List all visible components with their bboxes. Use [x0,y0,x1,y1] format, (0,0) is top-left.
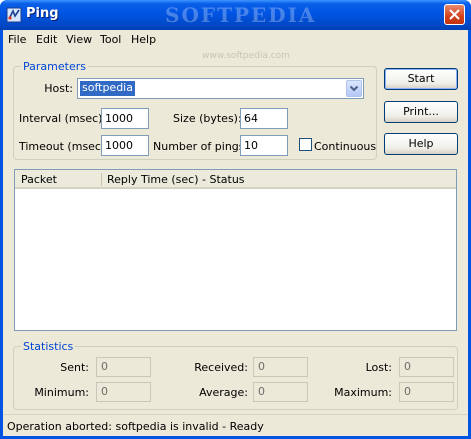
maximum-label: Maximum: [334,386,392,399]
size-field[interactable]: 64 [240,108,288,129]
start-button[interactable]: Start [384,68,458,90]
menu-file[interactable]: File [8,32,26,47]
status-bar: Operation aborted: softpedia is invalid … [3,414,468,436]
host-value: softpedia [80,81,135,96]
title-bar[interactable]: Ping SOFTPEDIA [0,0,471,30]
ping-app-icon [6,7,22,23]
results-header: Packet Reply Time (sec) - Status [15,170,456,189]
column-reply-status[interactable]: Reply Time (sec) - Status [107,173,245,186]
host-combobox[interactable]: softpedia [77,78,364,99]
timeout-field[interactable]: 1000 [101,135,149,156]
sub-watermark: www.softpedia.com [202,51,290,61]
window-title: Ping [26,6,59,21]
menu-tool[interactable]: Tool [100,32,121,47]
lost-value: 0 [399,357,454,377]
sent-label: Sent: [60,361,89,374]
continuous-label[interactable]: Continuous [314,140,376,153]
minimum-label: Minimum: [34,386,89,399]
menu-edit[interactable]: Edit [36,32,57,47]
status-text: Operation aborted: softpedia is invalid … [7,420,264,433]
interval-field[interactable]: 1000 [101,108,149,129]
timeout-label: Timeout (msec): [19,140,109,153]
help-button[interactable]: Help [384,133,458,155]
client-area: File Edit View Tool Help www.softpedia.c… [3,30,468,439]
print-button[interactable]: Print... [384,101,458,123]
pings-label: Number of pings: [153,140,249,153]
column-packet[interactable]: Packet [21,173,57,186]
average-value: 0 [253,382,308,402]
received-label: Received: [194,361,248,374]
parameters-legend: Parameters [21,60,88,73]
sent-value: 0 [96,357,151,377]
app-window: Ping SOFTPEDIA File Edit View Tool Help … [0,0,471,439]
statistics-legend: Statistics [21,340,76,353]
close-button[interactable] [444,4,465,25]
lost-label: Lost: [365,361,392,374]
maximum-value: 0 [399,382,454,402]
close-icon [449,9,460,20]
interval-label: Interval (msec): [19,112,107,125]
statistics-group [13,346,458,410]
minimum-value: 0 [96,382,151,402]
chevron-down-icon [349,85,359,92]
host-dropdown-button[interactable] [346,80,362,97]
continuous-checkbox[interactable] [299,138,312,151]
host-label: Host: [44,82,73,95]
menu-help[interactable]: Help [131,32,156,47]
watermark: SOFTPEDIA [165,3,317,27]
menu-bar: File Edit View Tool Help [3,30,468,49]
menu-view[interactable]: View [66,32,92,47]
pings-field[interactable]: 10 [240,135,288,156]
column-divider[interactable] [101,173,102,186]
results-list[interactable]: Packet Reply Time (sec) - Status [14,169,457,331]
average-label: Average: [199,386,248,399]
size-label: Size (bytes): [173,112,242,125]
received-value: 0 [253,357,308,377]
